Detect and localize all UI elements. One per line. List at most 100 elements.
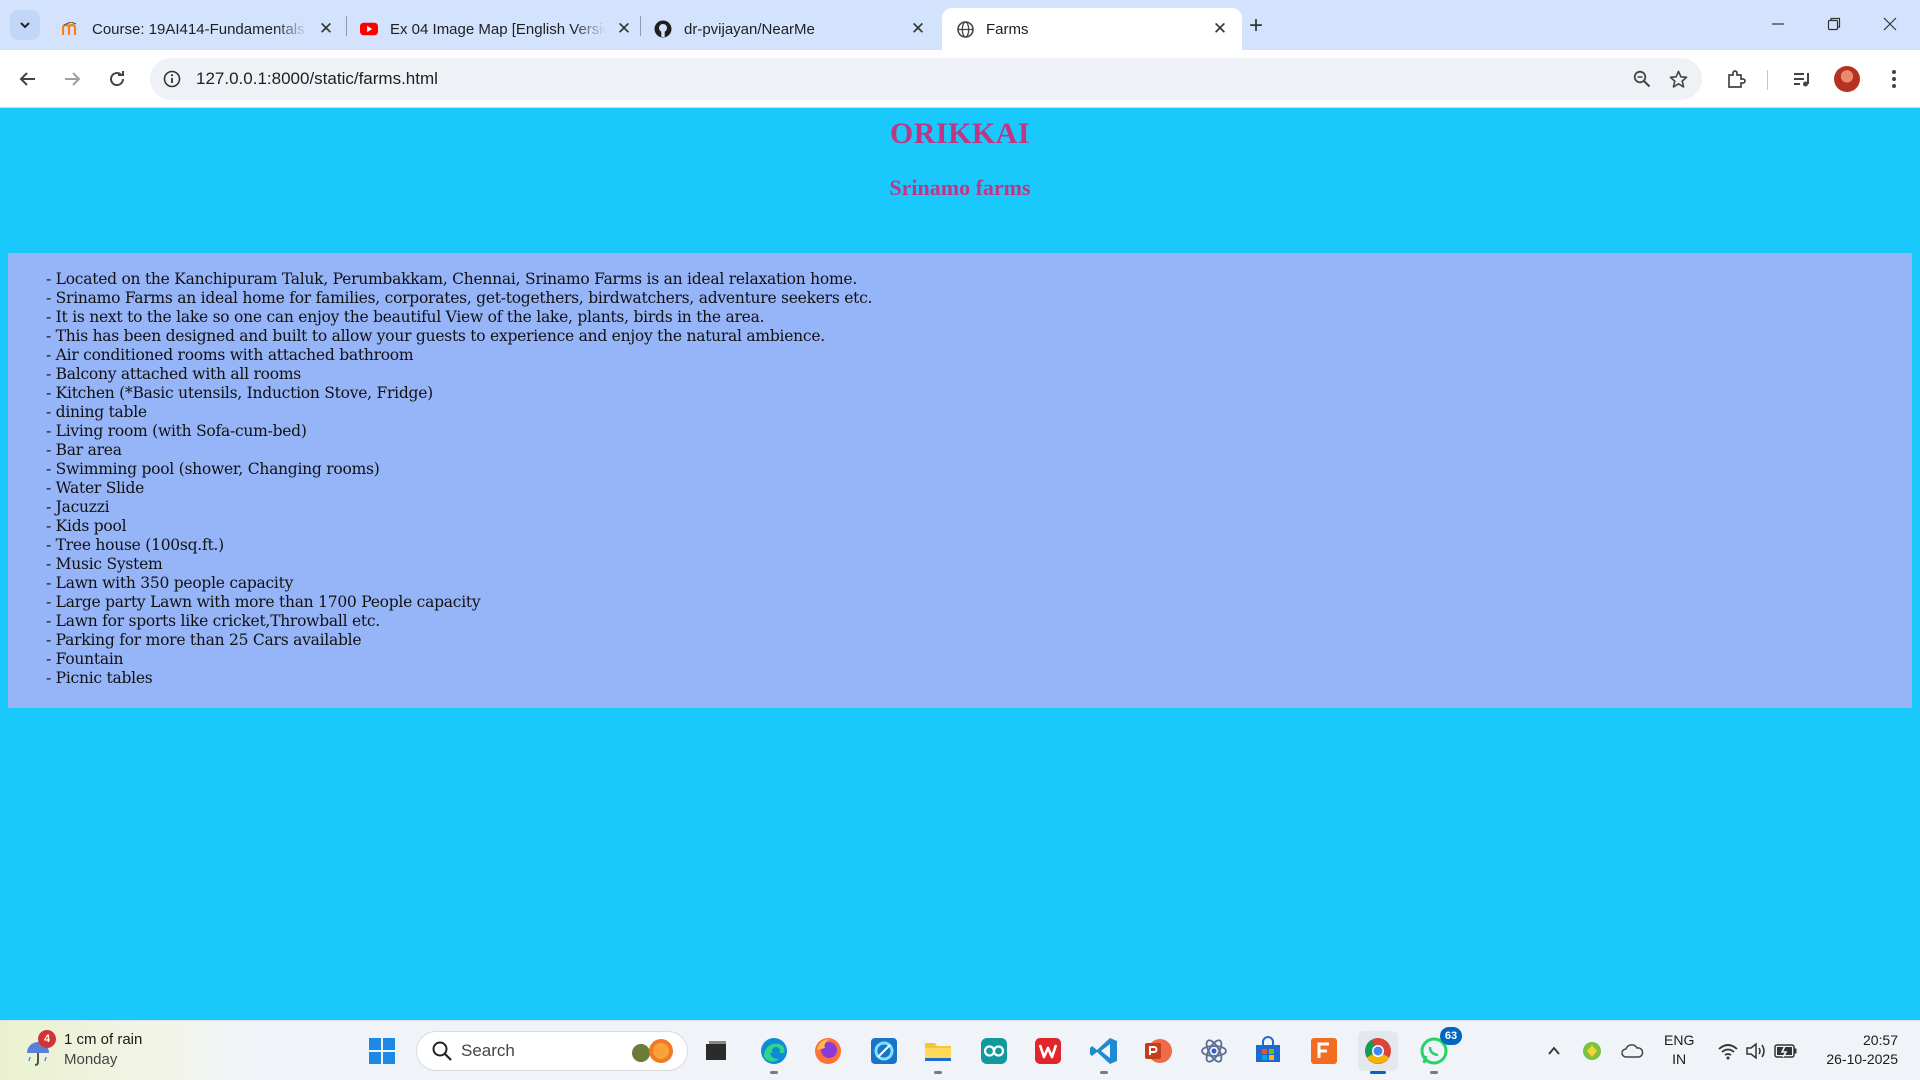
taskbar-app-fusion[interactable] [1304,1031,1344,1071]
speaker-icon [1746,1042,1765,1060]
feature-item: - Living room (with Sofa-cum-bed) [46,422,307,440]
taskbar-app-firefox[interactable] [808,1031,848,1071]
restore-button[interactable] [1806,0,1862,48]
powerpoint-icon [1145,1039,1172,1063]
language-code: ENG [1664,1032,1695,1048]
close-window-button[interactable] [1862,0,1918,48]
system-clock[interactable]: 20:57 26-10-2025 [1810,1031,1898,1069]
firefox-icon [815,1038,841,1064]
github-icon [654,20,672,38]
clock-time: 20:57 [1862,1032,1898,1048]
close-icon[interactable]: ✕ [908,19,928,39]
new-tab-button[interactable]: + [1242,12,1270,40]
start-button[interactable] [362,1031,402,1071]
language-indicator[interactable]: ENG IN [1664,1031,1694,1069]
zoom-icon[interactable] [1624,61,1660,97]
tab-strip: Course: 19AI414-Fundamentals ✕ Ex 04 Ima… [0,0,1920,50]
tab-course[interactable]: Course: 19AI414-Fundamentals ✕ [48,8,348,50]
running-indicator [934,1071,942,1074]
taskbar-app-arduino[interactable] [974,1031,1014,1071]
battery-status[interactable] [1774,1039,1798,1063]
browser-toolbar: 127.0.0.1:8000/static/farms.html [0,50,1920,108]
feature-item: - dining table [46,403,147,421]
back-button[interactable] [12,63,44,95]
taskbar-app-file-explorer[interactable] [918,1031,958,1074]
extensions-button[interactable] [1720,63,1752,95]
atom-icon [1201,1039,1227,1063]
feature-item: - This has been designed and built to al… [46,327,825,345]
tab-title: Ex 04 Image Map [English Version] [390,20,606,38]
feature-item: - Tree house (100sq.ft.) [46,536,224,554]
profile-avatar[interactable] [1834,66,1860,92]
onedrive-button[interactable] [1620,1039,1644,1063]
tab-search-button[interactable] [10,10,40,40]
tray-overflow-button[interactable] [1542,1039,1566,1063]
taskbar-app-whatsapp[interactable]: 63 [1414,1027,1462,1074]
windows-icon [369,1038,395,1064]
task-view-icon [706,1041,726,1060]
taskbar-app-wps[interactable] [1028,1031,1068,1071]
running-indicator [770,1071,778,1074]
running-indicator [1100,1071,1108,1074]
menu-button[interactable] [1878,63,1910,95]
feature-item: - Balcony attached with all rooms [46,365,301,383]
weather-day: Monday [64,1051,118,1068]
media-controls-button[interactable] [1786,63,1818,95]
feature-item: - Bar area [46,441,122,459]
tab-youtube[interactable]: Ex 04 Image Map [English Version] ✕ [346,8,646,50]
reload-icon [110,71,125,87]
feature-item: - Fountain [46,650,124,668]
globe-icon [956,20,974,38]
running-indicator [1430,1071,1438,1074]
feature-item: - Lawn with 350 people capacity [46,574,294,592]
taskbar-app-powerpoint[interactable] [1138,1031,1178,1071]
bookmark-star-icon[interactable] [1660,61,1696,97]
feature-item: - Music System [46,555,163,573]
edge-icon [761,1038,787,1064]
restore-icon [1827,17,1841,31]
address-bar[interactable]: 127.0.0.1:8000/static/farms.html [150,58,1702,100]
feature-item: - Kitchen (*Basic utensils, Induction St… [46,384,433,402]
feature-item: - Picnic tables [46,669,153,687]
taskbar-app-chrome[interactable] [1358,1031,1398,1074]
notification-badge: 63 [1440,1027,1462,1045]
wifi-icon [1718,1044,1738,1060]
volume-status[interactable] [1744,1039,1768,1063]
task-view-button[interactable] [696,1031,736,1071]
tab-farms[interactable]: Farms ✕ [942,8,1242,50]
close-icon[interactable]: ✕ [614,19,634,39]
taskbar-app-store[interactable] [1248,1031,1288,1071]
tab-github[interactable]: dr-pvijayan/NearMe ✕ [640,8,940,50]
clock-date: 26-10-2025 [1826,1051,1898,1067]
snipping-tool-icon [871,1038,897,1064]
feature-item: - Parking for more than 25 Cars availabl… [46,631,362,649]
minimize-button[interactable] [1750,0,1806,48]
more-vert-icon [1892,70,1896,88]
feature-item: - Located on the Kanchipuram Taluk, Peru… [46,270,858,288]
reload-button[interactable] [101,63,133,95]
feature-item: - It is next to the lake so one can enjo… [46,308,765,326]
arrow-left-icon [19,72,35,86]
forward-button[interactable] [56,63,88,95]
weather-badge: 4 [38,1030,56,1048]
wps-office-icon [1035,1038,1061,1064]
feature-item: - Jacuzzi [46,498,110,516]
taskbar-app-snipping[interactable] [864,1031,904,1071]
taskbar-app-vscode[interactable] [1084,1031,1124,1074]
tray-app[interactable] [1580,1039,1604,1063]
weather-widget[interactable]: 4 1 cm of rain Monday [0,1021,250,1080]
taskbar-app-settings[interactable] [1194,1031,1234,1071]
url-text[interactable]: 127.0.0.1:8000/static/farms.html [196,69,1624,89]
page-viewport: ORIKKAI Srinamo farms - Located on the K… [0,109,1920,1021]
site-info-icon[interactable] [152,58,192,100]
close-icon[interactable]: ✕ [316,19,336,39]
wifi-status[interactable] [1716,1039,1740,1063]
minimize-icon [1772,23,1784,25]
close-icon[interactable]: ✕ [1210,19,1230,39]
taskbar-app-edge[interactable] [754,1031,794,1074]
taskbar-search[interactable]: Search [416,1031,688,1071]
youtube-icon [360,20,378,38]
chevron-down-icon [20,22,30,29]
battery-charging-icon [1774,1044,1797,1058]
feature-item: - Lawn for sports like cricket,Throwball… [46,612,380,630]
